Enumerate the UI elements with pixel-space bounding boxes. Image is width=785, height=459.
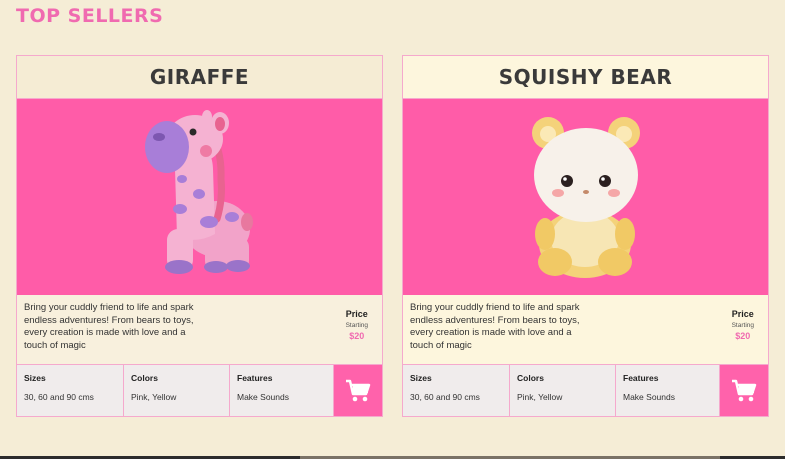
spec-name: Sizes [410, 373, 432, 383]
page-title: TOP SELLERS [16, 5, 164, 27]
spec-features: Features Make Sounds [230, 365, 334, 416]
spec-name: Sizes [24, 373, 46, 383]
spec-colors: Colors Pink, Yellow [510, 365, 616, 416]
product-info: Bring your cuddly friend to life and spa… [403, 295, 768, 365]
spec-name: Features [237, 373, 273, 383]
spec-name: Features [623, 373, 659, 383]
spec-sizes: Sizes 30, 60 and 90 cms [403, 365, 510, 416]
spec-value: 30, 60 and 90 cms [24, 392, 94, 402]
product-specs: Sizes 30, 60 and 90 cms Colors Pink, Yel… [17, 365, 382, 416]
product-specs: Sizes 30, 60 and 90 cms Colors Pink, Yel… [403, 365, 768, 416]
price-block: Price Starting $20 [732, 309, 754, 341]
price-value: $20 [349, 331, 365, 341]
spec-sizes: Sizes 30, 60 and 90 cms [17, 365, 124, 416]
spec-value: Make Sounds [237, 392, 289, 402]
spec-features: Features Make Sounds [616, 365, 720, 416]
spec-value: Make Sounds [623, 392, 675, 402]
spec-value: Pink, Yellow [517, 392, 563, 402]
price-label: Price [731, 309, 754, 319]
product-card-giraffe: GIRAFFE Bring your cuddly friend to life… [16, 55, 383, 417]
price-starting-label: Starting [731, 322, 754, 329]
spec-value: 30, 60 and 90 cms [410, 392, 480, 402]
spec-name: Colors [517, 373, 544, 383]
product-title: GIRAFFE [17, 56, 382, 99]
spec-value: Pink, Yellow [131, 392, 177, 402]
price-label: Price [345, 309, 368, 319]
price-value: $20 [735, 331, 751, 341]
product-title: SQUISHY BEAR [403, 56, 768, 99]
product-card-squishy-bear: SQUISHY BEAR Bring your cuddly friend to… [402, 55, 769, 417]
product-description: Bring your cuddly friend to life and spa… [410, 302, 580, 351]
price-block: Price Starting $20 [346, 309, 368, 341]
add-to-cart-button[interactable] [720, 365, 768, 416]
product-description: Bring your cuddly friend to life and spa… [24, 302, 194, 351]
bear-plush-image [403, 99, 768, 295]
spec-name: Colors [131, 373, 158, 383]
cart-icon [346, 379, 371, 401]
giraffe-plush-image [17, 99, 382, 295]
cart-icon [732, 379, 757, 401]
add-to-cart-button[interactable] [334, 365, 382, 416]
product-info: Bring your cuddly friend to life and spa… [17, 295, 382, 365]
price-starting-label: Starting [345, 322, 368, 329]
spec-colors: Colors Pink, Yellow [124, 365, 230, 416]
